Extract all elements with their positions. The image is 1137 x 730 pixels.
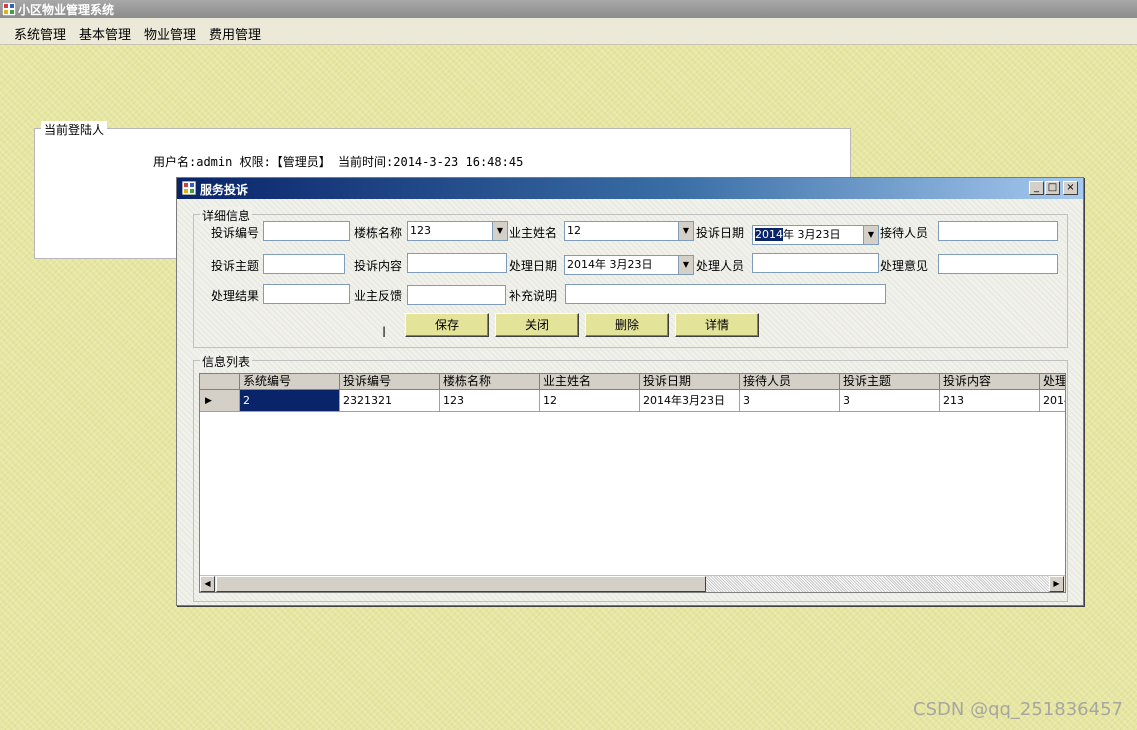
- column-header[interactable]: 系统编号: [240, 374, 340, 390]
- login-info-text: 用户名:admin 权限:【管理员】 当前时间:2014-3-23 16:48:…: [153, 155, 524, 169]
- dialog-app-icon: [182, 181, 196, 195]
- chevron-down-icon[interactable]: ▼: [678, 222, 693, 240]
- minimize-button[interactable]: _: [1029, 181, 1044, 195]
- handle-date-picker[interactable]: 2014年 3月23日 ▼: [564, 255, 694, 275]
- column-header[interactable]: 楼栋名称: [440, 374, 540, 390]
- save-button[interactable]: 保存: [405, 313, 489, 337]
- table-cell[interactable]: 2014: [1040, 390, 1065, 412]
- dialog-titlebar[interactable]: 服务投诉 _ □ ×: [177, 178, 1083, 199]
- owner-label: 业主姓名: [509, 226, 558, 240]
- login-panel-legend: 当前登陆人: [41, 121, 108, 138]
- handle-date-value: 2014年 3月23日: [567, 258, 653, 271]
- supplement-input[interactable]: [565, 284, 886, 304]
- scroll-thumb[interactable]: [216, 576, 706, 592]
- scroll-right-icon[interactable]: ▶: [1049, 576, 1064, 592]
- scroll-left-icon[interactable]: ◀: [200, 576, 215, 592]
- owner-feedback-input[interactable]: [407, 285, 506, 305]
- table-cell[interactable]: 2: [240, 390, 340, 412]
- close-button[interactable]: 关闭: [495, 313, 579, 337]
- complaint-date-picker[interactable]: 2014年 3月23日 ▼: [752, 225, 879, 245]
- grid-corner: [200, 374, 240, 390]
- delete-button[interactable]: 删除: [585, 313, 669, 337]
- building-value: 123: [410, 224, 431, 237]
- detail-button[interactable]: 详情: [675, 313, 759, 337]
- maximize-button[interactable]: □: [1045, 181, 1060, 195]
- column-header[interactable]: 投诉编号: [340, 374, 440, 390]
- handler-label: 处理人员: [696, 259, 745, 273]
- complaint-no-input[interactable]: [263, 221, 350, 241]
- table-cell[interactable]: 12: [540, 390, 640, 412]
- close-window-button[interactable]: ×: [1063, 181, 1078, 195]
- owner-select[interactable]: 12 ▼: [564, 221, 694, 241]
- complaint-grid[interactable]: 系统编号 投诉编号 楼栋名称 业主姓名 投诉日期 接待人员 投诉主题 投诉内容 …: [199, 373, 1066, 593]
- menu-property[interactable]: 物业管理: [144, 24, 196, 43]
- column-header[interactable]: 接待人员: [740, 374, 840, 390]
- subject-label: 投诉主题: [211, 259, 260, 273]
- content-input[interactable]: [407, 253, 507, 273]
- table-cell[interactable]: 2321321: [340, 390, 440, 412]
- complaint-no-label: 投诉编号: [211, 226, 260, 240]
- chevron-down-icon[interactable]: ▼: [863, 226, 878, 244]
- app-icon: [2, 2, 16, 16]
- horizontal-scrollbar[interactable]: ◀ ▶: [200, 575, 1065, 592]
- dialog-body: 详细信息 投诉编号 楼栋名称 123 ▼ 业主姓名 12 ▼ 投诉日期 2014…: [177, 199, 1083, 605]
- table-cell[interactable]: 3: [740, 390, 840, 412]
- row-pointer-icon[interactable]: ▶: [200, 390, 240, 412]
- complaint-date-year: 2014: [755, 228, 783, 241]
- complaint-dialog: 服务投诉 _ □ × 详细信息 投诉编号 楼栋名称 123 ▼ 业主姓名 12 …: [176, 177, 1084, 606]
- table-cell[interactable]: 123: [440, 390, 540, 412]
- complaint-date-rest: 年 3月23日: [783, 228, 841, 241]
- table-cell[interactable]: 2014年3月23日: [640, 390, 740, 412]
- chevron-down-icon[interactable]: ▼: [678, 256, 693, 274]
- column-header[interactable]: 投诉日期: [640, 374, 740, 390]
- table-cell[interactable]: 3: [840, 390, 940, 412]
- handle-date-label: 处理日期: [509, 259, 558, 273]
- scroll-track[interactable]: [706, 576, 1049, 592]
- content-label: 投诉内容: [354, 259, 403, 273]
- subject-input[interactable]: [263, 254, 345, 274]
- menu-fees[interactable]: 费用管理: [209, 24, 261, 43]
- handle-result-label: 处理结果: [211, 289, 260, 303]
- column-header[interactable]: 投诉内容: [940, 374, 1040, 390]
- column-header[interactable]: 处理: [1040, 374, 1065, 390]
- handle-opinion-label: 处理意见: [880, 259, 929, 273]
- receiver-input[interactable]: [938, 221, 1058, 241]
- column-header[interactable]: 投诉主题: [840, 374, 940, 390]
- app-title: 小区物业管理系统: [18, 3, 115, 17]
- owner-feedback-label: 业主反馈: [354, 289, 403, 303]
- list-legend: 信息列表: [200, 353, 253, 370]
- menu-basic[interactable]: 基本管理: [79, 24, 131, 43]
- receiver-label: 接待人员: [880, 226, 929, 240]
- chevron-down-icon[interactable]: ▼: [492, 222, 507, 240]
- menu-bar: 系统管理 基本管理 物业管理 费用管理: [0, 18, 1137, 45]
- app-titlebar: 小区物业管理系统: [0, 0, 1137, 18]
- watermark: CSDN @qq_251836457: [913, 699, 1123, 720]
- owner-value: 12: [567, 224, 581, 237]
- complaint-date-label: 投诉日期: [696, 226, 745, 240]
- text-cursor-icon: I: [382, 325, 387, 341]
- supplement-label: 补充说明: [509, 289, 558, 303]
- building-label: 楼栋名称: [354, 226, 403, 240]
- handler-input[interactable]: [752, 253, 879, 273]
- handle-opinion-input[interactable]: [938, 254, 1058, 274]
- table-cell[interactable]: 213: [940, 390, 1040, 412]
- menu-system[interactable]: 系统管理: [14, 24, 66, 43]
- handle-result-input[interactable]: [263, 284, 350, 304]
- detail-legend: 详细信息: [200, 207, 253, 224]
- column-header[interactable]: 业主姓名: [540, 374, 640, 390]
- building-select[interactable]: 123 ▼: [407, 221, 508, 241]
- dialog-title: 服务投诉: [200, 183, 249, 197]
